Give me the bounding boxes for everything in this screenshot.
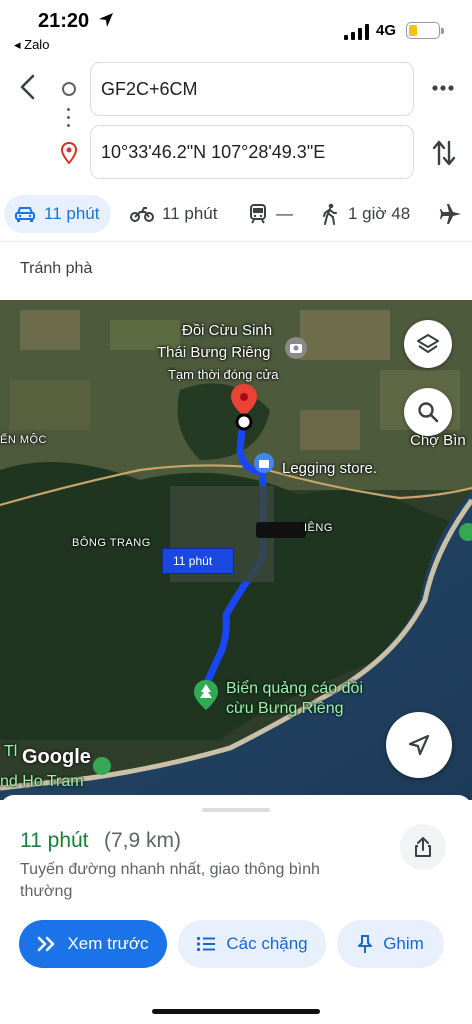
walk-icon xyxy=(323,203,337,225)
clock: 21:20 xyxy=(38,10,90,32)
share-icon xyxy=(415,837,431,857)
destination-pin-icon xyxy=(60,142,78,164)
route-dots-icon xyxy=(67,108,71,132)
route-duration: 11 phút xyxy=(20,829,89,852)
mode-car-label: 11 phút xyxy=(44,204,100,223)
route-summary-sheet: 11 phút (7,9 km) Tuyến đường nhanh nhất,… xyxy=(0,795,472,1024)
route-distance: (7,9 km) xyxy=(104,829,182,852)
origin-input[interactable]: GF2C+6CM xyxy=(90,62,414,116)
map-label-billboard-line2[interactable]: cừu Bưng Riêng xyxy=(226,699,343,719)
back-arrow-icon[interactable] xyxy=(14,70,42,104)
mode-car[interactable]: 11 phút xyxy=(4,195,112,233)
google-logo: Google xyxy=(22,746,91,768)
map-label-ben-moc: ẾN MỘC xyxy=(0,434,47,446)
steps-button-label: Các chặng xyxy=(226,934,308,953)
mode-transit-label: — xyxy=(276,204,293,223)
airplane-icon xyxy=(440,204,461,224)
map-label-ho-tram: Tl xyxy=(4,743,18,760)
mode-transit[interactable]: — xyxy=(248,195,293,233)
destination-input[interactable]: 10°33'46.2"N 107°28'49.3"E xyxy=(90,125,414,179)
map-label-legging-store[interactable]: Legging store. xyxy=(282,460,377,477)
map-label-ho-tram-line2: nd Ho Tram xyxy=(0,773,84,790)
search-icon xyxy=(418,402,439,423)
home-indicator xyxy=(152,1009,320,1014)
map-label-cho-binh[interactable]: Chợ Bìn xyxy=(410,432,466,449)
my-location-button[interactable] xyxy=(386,712,452,778)
mode-motorbike-label: 11 phút xyxy=(162,204,218,223)
train-icon xyxy=(250,204,266,224)
preview-button[interactable]: Xem trước xyxy=(19,920,167,968)
map-view[interactable]: Đồi Cừu Sinh Thái Bưng Riêng Tạm thời đó… xyxy=(0,300,472,800)
pin-button-label: Ghim xyxy=(383,934,424,953)
origin-circle-icon xyxy=(62,82,76,96)
map-label-poi[interactable]: Đồi Cừu Sinh xyxy=(182,322,272,339)
share-button[interactable] xyxy=(400,824,446,870)
redacted-label xyxy=(256,522,306,538)
pin-button[interactable]: Ghim xyxy=(337,920,444,968)
mode-motorbike[interactable]: 11 phút xyxy=(130,195,217,233)
more-options-icon[interactable] xyxy=(430,76,456,100)
map-label-billboard[interactable]: Biển quảng cáo đồi xyxy=(226,679,363,699)
map-label-bong-trang: BÔNG TRANG xyxy=(72,537,151,549)
travel-mode-bar: 11 phút 11 phút — 1 giờ 48 xyxy=(0,193,472,237)
mode-walk[interactable]: 1 giờ 48 xyxy=(320,195,410,233)
avoid-ferries-option[interactable]: Tránh phà xyxy=(20,260,92,278)
preview-button-label: Xem trước xyxy=(67,934,149,953)
steps-button[interactable]: Các chặng xyxy=(178,920,326,968)
search-map-button[interactable] xyxy=(404,388,452,436)
map-label-rieng: IÊNG xyxy=(304,522,333,534)
divider xyxy=(0,241,472,242)
route-description: Tuyến đường nhanh nhất, giao thông bình … xyxy=(20,861,320,900)
mode-flight[interactable] xyxy=(440,195,470,233)
map-label-poi-line2[interactable]: Thái Bưng Riêng xyxy=(157,344,270,361)
back-to-app-link[interactable]: ◂ Zalo xyxy=(14,37,49,53)
network-type: 4G xyxy=(376,22,397,39)
car-icon xyxy=(15,207,35,222)
swap-icon[interactable] xyxy=(430,138,458,168)
cellular-signal-icon xyxy=(344,24,369,40)
list-icon xyxy=(197,936,216,952)
drag-handle[interactable] xyxy=(202,808,270,812)
status-bar: 21:20 ◂ Zalo 4G xyxy=(0,0,472,56)
motorbike-icon xyxy=(130,207,154,222)
mode-walk-label: 1 giờ 48 xyxy=(348,204,411,223)
map-label-poi-status: Tạm thời đóng cửa xyxy=(168,367,279,382)
navigation-arrow-icon xyxy=(408,734,430,756)
location-arrow-icon xyxy=(99,13,113,27)
battery-icon xyxy=(406,22,444,39)
layers-button[interactable] xyxy=(404,320,452,368)
layers-icon xyxy=(417,334,439,353)
route-time-bubble[interactable]: 11 phút xyxy=(162,548,234,574)
double-chevron-icon xyxy=(38,936,55,952)
pin-icon xyxy=(358,935,373,953)
